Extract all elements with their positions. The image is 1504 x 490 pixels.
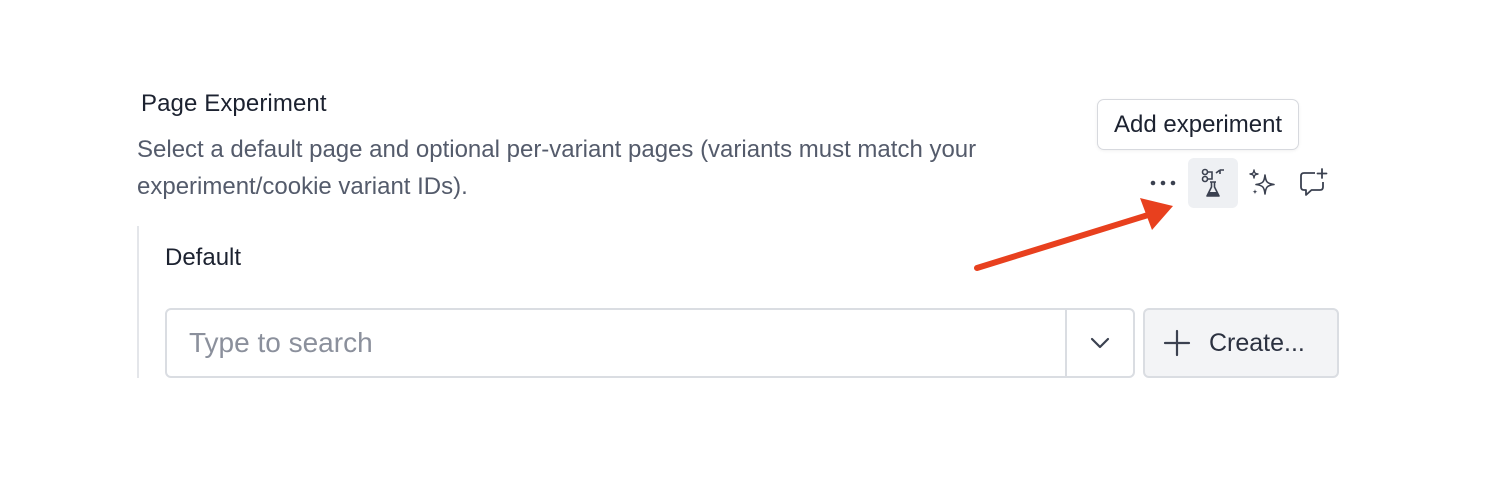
field-actions-toolbar xyxy=(1138,157,1338,209)
page-search-input[interactable] xyxy=(167,310,1065,376)
more-options-button[interactable] xyxy=(1138,158,1188,208)
sparkles-icon xyxy=(1249,169,1275,195)
page-search-combobox xyxy=(165,308,1135,378)
default-label: Default xyxy=(165,244,242,271)
add-comment-button[interactable] xyxy=(1288,158,1338,208)
plus-icon xyxy=(1163,329,1191,357)
more-icon xyxy=(1150,180,1176,186)
add-comment-icon xyxy=(1300,168,1328,196)
add-experiment-button[interactable] xyxy=(1188,158,1238,208)
default-variant-group: Default Create... xyxy=(137,226,1347,378)
page-experiment-panel: Page Experiment Select a default page an… xyxy=(0,0,1504,490)
field-description: Select a default page and optional per-v… xyxy=(137,136,977,200)
add-experiment-tooltip: Add experiment xyxy=(1097,99,1300,150)
experiment-flask-icon xyxy=(1201,168,1224,197)
chevron-down-icon xyxy=(1090,337,1110,349)
combobox-toggle-button[interactable] xyxy=(1065,310,1133,376)
create-page-button[interactable]: Create... xyxy=(1143,308,1339,378)
field-title: Page Experiment xyxy=(141,90,327,117)
ai-assist-button[interactable] xyxy=(1238,158,1288,208)
tooltip-text: Add experiment xyxy=(1114,110,1283,138)
create-button-label: Create... xyxy=(1209,328,1305,357)
